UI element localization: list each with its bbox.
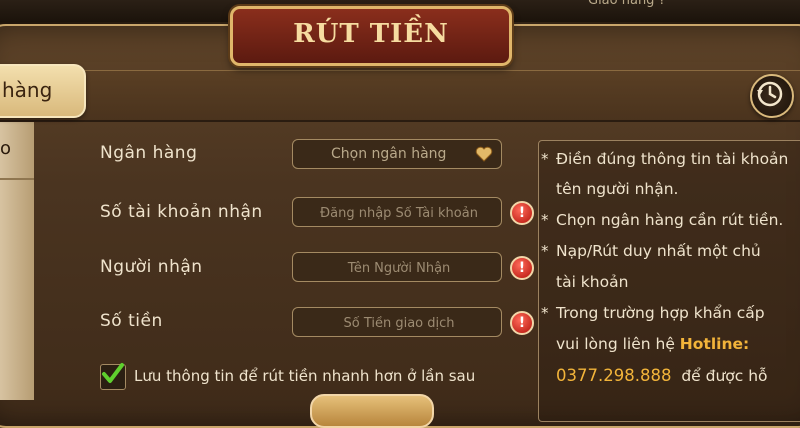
note-line: 0377.298.888 để được hỗ xyxy=(556,366,768,385)
history-icon xyxy=(757,81,783,107)
note-line: Nạp/Rút duy nhất một chủ xyxy=(556,242,761,260)
remember-checkbox[interactable] xyxy=(100,363,126,390)
alert-icon: ! xyxy=(510,201,534,225)
side-menu-divider xyxy=(0,178,34,180)
amount-input[interactable] xyxy=(293,308,505,338)
alert-icon: ! xyxy=(510,311,534,335)
submit-button[interactable] xyxy=(310,394,434,428)
account-label: Số tài khoản nhận xyxy=(100,202,263,222)
note-line: tên người nhận. xyxy=(556,180,679,198)
bullet-star: * xyxy=(541,304,549,322)
note-line: vui lòng liên hệ Hotline: xyxy=(556,335,749,353)
note-line: tài khoản xyxy=(556,273,629,291)
bank-select-text: Chọn ngân hàng xyxy=(331,146,447,162)
bullet-star: * xyxy=(541,150,549,168)
account-input[interactable] xyxy=(293,198,505,228)
side-menu-item[interactable]: o xyxy=(0,122,34,400)
receiver-label: Người nhận xyxy=(100,257,203,277)
history-button[interactable] xyxy=(750,74,794,118)
remember-label: Lưu thông tin để rút tiền nhanh hơn ở lầ… xyxy=(134,367,476,385)
amount-field[interactable] xyxy=(292,307,505,338)
receiver-field[interactable] xyxy=(292,252,505,283)
side-tab-label: hàng xyxy=(2,78,53,102)
title-plate: RÚT TIỀN xyxy=(230,6,512,66)
note-text: vui lòng liên hệ xyxy=(556,335,680,353)
bank-select[interactable]: Chọn ngân hàng xyxy=(292,139,502,169)
alert-icon: ! xyxy=(510,256,534,280)
top-hint-text: Giao hàng ? xyxy=(588,0,666,8)
amount-label: Số tiền xyxy=(100,311,163,331)
bank-label: Ngân hàng xyxy=(100,143,198,163)
heart-icon xyxy=(475,146,493,162)
header-bar xyxy=(0,70,800,122)
note-line: Trong trường hợp khẩn cấp xyxy=(556,304,765,322)
account-field[interactable] xyxy=(292,197,505,228)
note-line: Điền đúng thông tin tài khoản xyxy=(556,150,789,168)
side-menu-item-label: o xyxy=(0,138,12,159)
side-tab-bank[interactable]: hàng xyxy=(0,64,86,118)
bullet-star: * xyxy=(541,211,549,229)
checkmark-icon xyxy=(102,363,124,383)
hotline-phone[interactable]: 0377.298.888 xyxy=(556,366,671,385)
receiver-input[interactable] xyxy=(293,253,505,283)
header-divider xyxy=(0,120,800,122)
page-title: RÚT TIỀN xyxy=(293,19,449,49)
bullet-star: * xyxy=(541,242,549,260)
hotline-label: Hotline: xyxy=(679,335,750,353)
note-line: Chọn ngân hàng cần rút tiền. xyxy=(556,211,784,229)
note-text: để được hỗ xyxy=(681,367,768,385)
